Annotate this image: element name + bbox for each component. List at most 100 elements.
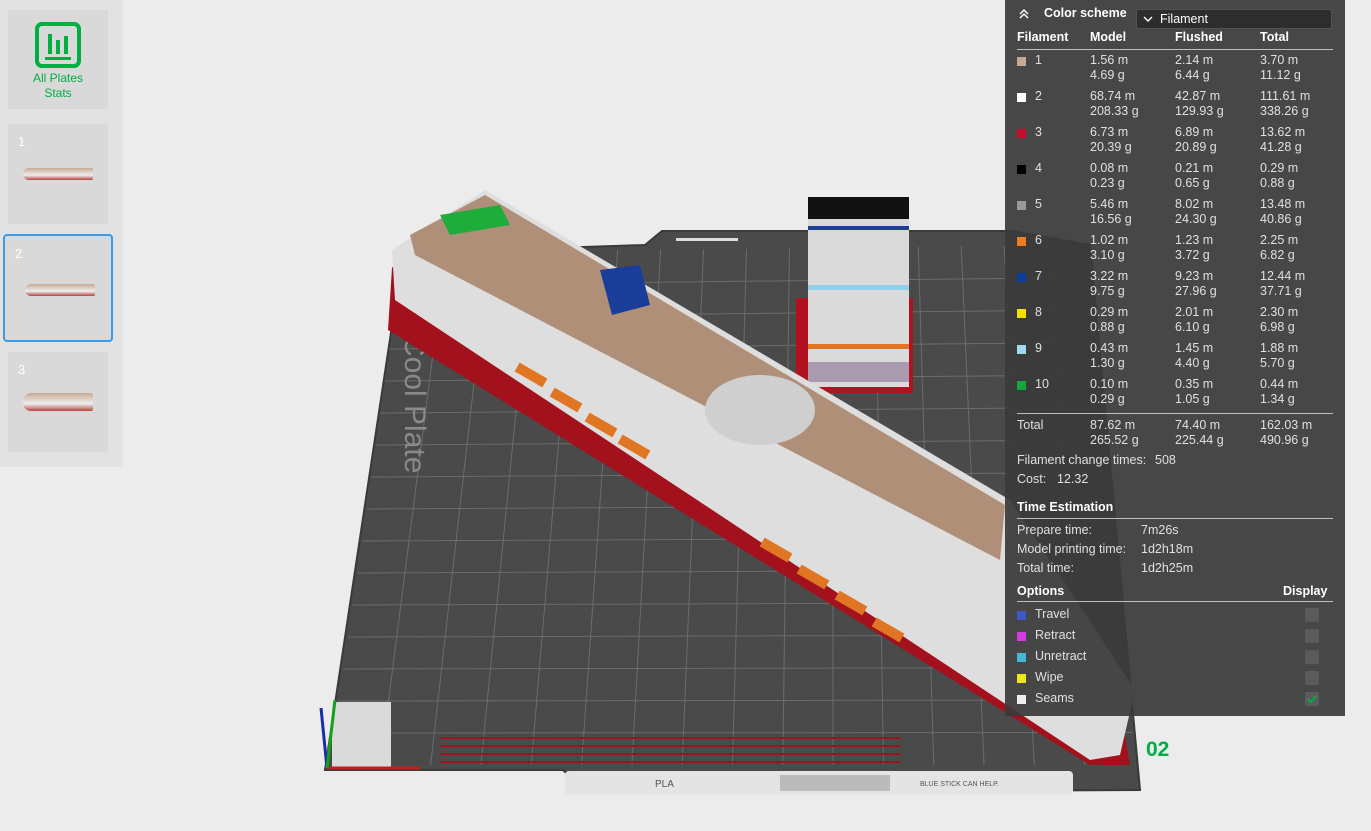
display-checkbox[interactable] [1305,650,1319,664]
filament-row: 6 1.02 m 3.10 g 1.23 m 3.72 g 2.25 m 6.82 g [1005,233,1345,265]
filament-id: 1 [1035,53,1042,67]
total-label: Total [1017,418,1044,432]
prepare-time-label: Prepare time: [1017,523,1093,537]
total-weight: 490.96 g [1260,433,1309,447]
time-divider [1017,518,1333,519]
option-row-seams: Seams [1005,691,1345,709]
flushed-weight: 6.10 g [1175,320,1210,334]
total-weight: 0.88 g [1260,176,1295,190]
total-flushed-length: 74.40 m [1175,418,1221,432]
bed-notice-text: BLUE STICK CAN HELP. [920,781,999,788]
filament-change-value: 508 [1155,453,1176,467]
model-weight: 3.10 g [1090,248,1125,262]
option-row-retract: Retract [1005,628,1345,646]
all-plates-label: All Plates [32,71,84,85]
options-title: Options [1017,584,1065,598]
total-weight: 6.82 g [1260,248,1295,262]
filament-row: 2 68.74 m 208.33 g 42.87 m 129.93 g 111.61 m3… [1005,89,1345,121]
filament-color-swatch [1017,309,1026,318]
total-weight: 1.34 g [1260,392,1295,406]
display-checkbox[interactable] [1305,608,1319,622]
filament-row: 10 0.10 m 0.29 g 0.35 m 1.05 g 0.44 m 1.34 g [1005,377,1345,409]
flushed-weight: 129.93 g [1175,104,1224,118]
plate-number: 3 [18,362,26,377]
model-weight: 20.39 g [1090,140,1132,154]
filament-row: 5 5.46 m 16.56 g 8.02 m 24.30 g 13.48 m 40.86 … [1005,197,1345,229]
model-length: 0.08 m [1090,161,1129,175]
total-time-label: Total time: [1017,561,1074,575]
flushed-length: 1.45 m [1175,341,1214,355]
model-weight: 1.30 g [1090,356,1125,370]
flushed-length: 2.14 m [1175,53,1214,67]
time-estimation-title: Time Estimation [1017,500,1114,514]
flushed-weight: 27.96 g [1175,284,1217,298]
filament-id: 9 [1035,341,1042,355]
flushed-length: 6.89 m [1175,125,1214,139]
flushed-weight: 4.40 g [1175,356,1210,370]
option-label: Travel [1035,607,1070,621]
total-weight: 37.71 g [1260,284,1302,298]
bed-top-marker [676,238,738,241]
checkmark-icon [1307,695,1317,704]
total-weight: 5.70 g [1260,356,1295,370]
total-length: 0.29 m [1260,161,1299,175]
filament-color-swatch [1017,57,1026,66]
plate-thumbnail-2[interactable]: 2 [3,234,113,342]
total-model-length: 87.62 m [1090,418,1136,432]
total-weight: 338.26 g [1260,104,1309,118]
col-model: Model [1090,30,1127,44]
filament-id: 5 [1035,197,1042,211]
model-print-time-row: Model printing time: 1d2h18m [1005,542,1345,558]
col-total: Total [1260,30,1289,44]
prepare-time-row: Prepare time: 7m26s [1005,523,1345,539]
filament-type-label: PLA [655,779,674,790]
all-plates-stats-button[interactable]: All Plates Stats [8,10,108,109]
flushed-length: 2.01 m [1175,305,1214,319]
plate-thumbnail-1[interactable]: 1 [8,124,108,224]
filament-color-swatch [1017,93,1026,102]
filament-color-swatch [1017,165,1026,174]
flushed-weight: 20.89 g [1175,140,1217,154]
flushed-weight: 1.05 g [1175,392,1210,406]
total-length: 1.88 m [1260,341,1299,355]
time-estimation-header: Time Estimation [1005,500,1345,516]
flushed-length: 0.21 m [1175,161,1214,175]
total-length: 13.62 m [1260,125,1306,139]
total-weight: 11.12 g [1260,68,1301,82]
model-weight: 9.75 g [1090,284,1125,298]
color-scheme-dropdown[interactable]: Filament [1136,9,1332,29]
plate-thumbnail-3[interactable]: 3 [8,352,108,452]
filament-row: 9 0.43 m 1.30 g 1.45 m 4.40 g 1.88 m 5.70 g [1005,341,1345,373]
options-divider [1017,601,1333,602]
plate-number: 2 [15,246,23,261]
bed-hatch [780,775,890,791]
flushed-length: 9.23 m [1175,269,1214,283]
total-length: 2.30 m [1260,305,1299,319]
filament-id: 6 [1035,233,1042,247]
model-weight: 16.56 g [1090,212,1132,226]
total-row: Total 87.62 m 265.52 g 74.40 m 225.44 g … [1005,418,1345,450]
total-length: 13.48 m [1260,197,1306,211]
filament-change-label: Filament change times: [1017,453,1147,467]
flushed-weight: 3.72 g [1175,248,1210,262]
chevron-down-icon [1143,16,1153,22]
display-checkbox[interactable] [1305,671,1319,685]
stats-label: Stats [44,86,72,100]
plate-preview [25,284,95,296]
model-length: 6.73 m [1090,125,1129,139]
col-flushed: Flushed [1175,30,1223,44]
collapse-icon[interactable] [1018,8,1030,20]
plate-preview [23,168,93,180]
model-length: 3.22 m [1090,269,1129,283]
filament-color-swatch [1017,129,1026,138]
cost-row: Cost: 12.32 [1005,472,1345,488]
display-checkbox[interactable] [1305,629,1319,643]
model-length: 5.46 m [1090,197,1129,211]
filament-row: 8 0.29 m 0.88 g 2.01 m 6.10 g 2.30 m 6.98 g [1005,305,1345,337]
display-checkbox[interactable] [1305,692,1319,706]
total-length: 12.44 m [1260,269,1306,283]
model-length: 0.10 m [1090,377,1129,391]
header-divider [1017,49,1333,50]
prepare-time-value: 7m26s [1141,523,1179,537]
model-weight: 208.33 g [1090,104,1139,118]
